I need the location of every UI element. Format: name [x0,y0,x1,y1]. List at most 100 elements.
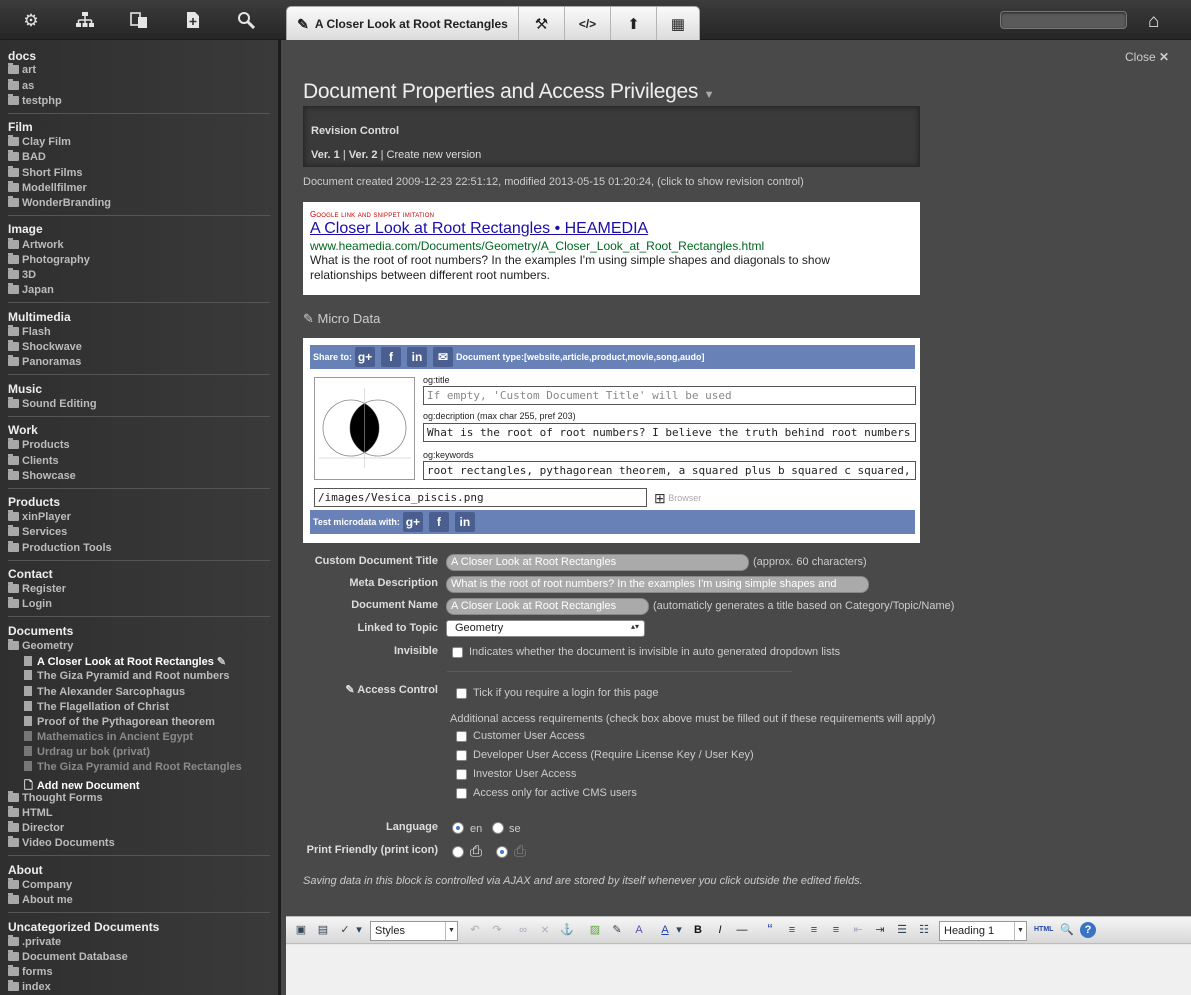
language-se-radio[interactable] [492,822,504,834]
facebook-icon[interactable]: f [381,347,402,367]
snippet-title[interactable]: A Closer Look at Root Rectangles • HEAME… [310,220,913,238]
preview-icon[interactable]: ▤ [314,922,332,938]
edit-icon[interactable]: ✎ [608,922,626,938]
page-title[interactable]: Document Properties and Access Privilege… [303,80,714,104]
indent-icon[interactable]: ⇥ [871,922,889,938]
google-plus-test-icon[interactable]: g+ [402,512,423,532]
language-en-radio[interactable] [452,822,464,834]
tab-document-title[interactable]: ✎ A Closer Look at Root Rectangles [287,7,519,40]
sidebar-doc-item[interactable]: The Giza Pyramid and Root numbers [24,670,230,682]
image-path-input[interactable]: /images/Vesica_piscis.png [314,488,647,507]
version-1-link[interactable]: Ver. 1 [311,149,340,161]
save-icon[interactable]: ▣ [292,922,310,938]
link-icon[interactable]: ∞ [514,922,532,938]
italic-icon[interactable]: I [711,922,729,938]
horizontal-rule-icon[interactable]: — [733,922,751,938]
sidebar-doc-item[interactable]: Mathematics in Ancient Egypt [24,731,193,743]
sitemap-icon[interactable] [75,11,95,31]
help-icon[interactable]: ? [1080,922,1096,938]
version-2-link[interactable]: Ver. 2 [349,149,378,161]
investor-access-checkbox[interactable] [456,769,467,780]
sidebar-item-geometry[interactable]: Geometry [8,639,73,652]
sidebar-item[interactable]: Login [8,597,52,610]
created-info[interactable]: Document created 2009-12-23 22:51:12, mo… [303,176,804,188]
sidebar-group-docs[interactable]: docs [8,49,36,63]
numbered-list-icon[interactable]: ☷ [915,922,933,938]
sidebar-item[interactable]: Clients [8,454,59,467]
bulleted-list-icon[interactable]: ☰ [893,922,911,938]
sidebar-item[interactable]: About me [8,893,73,906]
sidebar-group-documents[interactable]: Documents [8,624,73,638]
align-center-icon[interactable]: ≡ [805,922,823,938]
sidebar-item[interactable]: forms [8,965,53,978]
anchor-icon[interactable]: ⚓ [558,922,576,938]
editor-content-area[interactable] [286,945,1191,995]
customer-access-checkbox[interactable] [456,731,467,742]
outdent-icon[interactable]: ⇤ [849,922,867,938]
login-required-checkbox[interactable] [456,688,467,699]
create-version-link[interactable]: Create new version [387,149,482,161]
sidebar-item[interactable]: testphp [8,94,62,107]
sidebar-group-work[interactable]: Work [8,423,38,437]
facebook-test-icon[interactable]: f [428,512,449,532]
html-source-icon[interactable]: HTML [1034,922,1053,938]
meta-description-input[interactable]: What is the root of root numbers? In the… [446,576,869,593]
google-plus-icon[interactable]: g+ [355,347,376,367]
sidebar-group-image[interactable]: Image [8,222,43,236]
sidebar-doc-item-active[interactable]: A Closer Look at Root Rectangles ✎ [24,655,226,668]
copy-pages-icon[interactable] [129,11,149,31]
sidebar-item[interactable]: art [8,63,36,76]
sidebar-doc-item[interactable]: Urdrag ur bok (privat) [24,746,150,758]
og-description-input[interactable]: What is the root of root numbers? I beli… [423,423,916,442]
browser-button[interactable]: ⊞ Browser [654,490,701,507]
align-left-icon[interactable]: ≡ [783,922,801,938]
settings-gear-icon[interactable]: ⚙ [21,11,41,31]
sidebar-item[interactable]: Director [8,821,64,834]
image-icon[interactable]: ▨ [586,922,604,938]
spellcheck-icon[interactable]: ✓ [336,922,354,938]
topic-select[interactable]: Geometry ▴▾ [446,620,645,637]
sidebar-group-uncategorized[interactable]: Uncategorized Documents [8,920,159,934]
sidebar-doc-item[interactable]: The Giza Pyramid and Root Rectangles [24,761,242,773]
sidebar-item[interactable]: xinPlayer [8,510,71,523]
email-icon[interactable]: ✉ [433,347,454,367]
sidebar-item[interactable]: Register [8,582,66,595]
sidebar-item[interactable]: Company [8,878,72,891]
sidebar-group-multimedia[interactable]: Multimedia [8,310,71,324]
document-name-input[interactable]: A Closer Look at Root Rectangles [446,598,649,615]
sidebar-item[interactable]: Document Database [8,950,128,963]
home-icon[interactable]: ⌂ [1148,11,1159,33]
og-keywords-input[interactable]: root rectangles, pythagorean theorem, a … [423,461,916,480]
sidebar-item[interactable]: as [8,79,34,92]
new-document-icon[interactable] [183,11,203,31]
sidebar-item[interactable]: Shockwave [8,340,82,353]
tab-tools[interactable]: ⚒ [519,7,565,40]
sidebar-item[interactable]: Showcase [8,469,76,482]
linkedin-icon[interactable]: in [407,347,428,367]
linkedin-test-icon[interactable]: in [454,512,475,532]
tab-upload[interactable]: ⬆ [611,7,657,40]
sidebar-item[interactable]: Japan [8,283,54,296]
sidebar-item[interactable]: index [8,980,51,993]
sidebar-item[interactable]: Modellfilmer [8,181,87,194]
sidebar-item[interactable]: WonderBranding [8,196,111,209]
sidebar-group-about[interactable]: About [8,863,43,877]
text-color-dropdown-icon[interactable]: ▾ [674,922,684,938]
invisible-checkbox[interactable] [452,647,463,658]
find-icon[interactable] [237,11,257,31]
sidebar-item[interactable]: .private [8,935,61,948]
sidebar-item[interactable]: Flash [8,325,51,338]
sidebar-item[interactable]: Video Documents [8,836,115,849]
spellcheck-dropdown-icon[interactable]: ▾ [354,922,364,938]
find-replace-icon[interactable]: 🔍 [1058,922,1076,938]
sidebar-item[interactable]: 3D [8,268,36,281]
close-button[interactable]: Close ✕ [1125,50,1169,64]
tab-source[interactable]: </> [565,7,611,40]
sidebar-group-products[interactable]: Products [8,495,60,509]
sidebar-item[interactable]: Photography [8,253,90,266]
text-color-icon[interactable]: A [656,922,674,938]
og-image-thumbnail[interactable] [314,377,415,480]
special-char-icon[interactable]: A [630,922,648,938]
sidebar-item[interactable]: Clay Film [8,135,71,148]
sidebar-item[interactable]: Artwork [8,238,64,251]
